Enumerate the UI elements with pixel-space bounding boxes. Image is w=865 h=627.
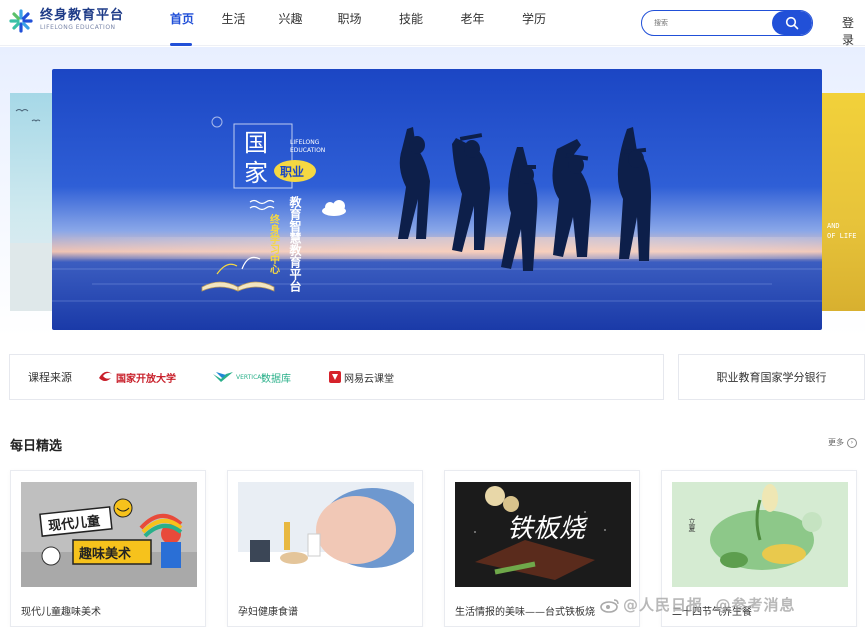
course-thumbnail	[238, 482, 414, 587]
course-title: 孕妇健康食谱	[238, 607, 298, 618]
thumb1-line2: 趣味美术	[78, 546, 131, 562]
search-button[interactable]	[772, 11, 812, 35]
nav-life[interactable]: 生活	[204, 0, 263, 46]
search-box	[641, 10, 813, 36]
nav-interest[interactable]: 兴趣	[263, 0, 318, 46]
thumb3-text: 铁板烧	[507, 514, 588, 544]
main-nav: 首页 生活 兴趣 职场 技能 老年 学历	[158, 0, 564, 46]
carousel-next-slide[interactable]: AND OF LIFE	[822, 93, 865, 311]
course-card[interactable]: 现代儿童 趣味美术 现代儿童趣味美术	[10, 470, 206, 627]
course-title: 生活情报的美味——台式铁板烧	[455, 607, 595, 618]
source-netease-name: 网易云课堂	[344, 373, 394, 385]
course-thumbnail: 立夏	[672, 482, 848, 587]
course-thumbnail: 铁板烧	[455, 482, 631, 587]
top-header: 终身教育平台 LIFELONG EDUCATION 首页 生活 兴趣 职场 技能…	[0, 0, 865, 48]
carousel-prev-slide[interactable]	[10, 93, 52, 311]
sources-label: 课程来源	[28, 371, 72, 384]
banner-title-line1: 国	[244, 129, 268, 157]
banner-title-line2: 家	[244, 159, 268, 187]
course-card[interactable]: 孕妇健康食谱	[227, 470, 423, 627]
banner-en-line2: EDUCATION	[290, 147, 325, 154]
more-link[interactable]: 更多 ›	[828, 437, 857, 448]
source-netease[interactable]: 网易云课堂	[329, 370, 394, 385]
source-database[interactable]: VERTICAL 数据库	[212, 370, 291, 385]
graduates-banner-image: 国 家 职业 LIFELONG EDUCATION 教育智慧教育平台 终身学习中…	[52, 69, 822, 330]
banner-tag: 职业	[280, 164, 304, 179]
thumb4-text: 立夏	[688, 517, 696, 532]
banner-vertical-sub: 终身学习中心	[268, 213, 280, 274]
source-database-name: 数据库	[261, 373, 291, 385]
banner-vertical-main: 教育智慧教育平台	[288, 195, 302, 293]
seagull-icon	[10, 109, 52, 311]
course-thumbnail: 现代儿童 趣味美术	[21, 482, 197, 587]
watermark-text: @人民日报 @参考消息	[623, 596, 796, 614]
login-link[interactable]: 登录	[842, 14, 865, 48]
database-logo-icon	[213, 372, 233, 382]
source-ouchn[interactable]: 国家开放大学	[97, 370, 176, 385]
hero-banner[interactable]: 国 家 职业 LIFELONG EDUCATION 教育智慧教育平台 终身学习中…	[52, 69, 822, 330]
search-input[interactable]	[642, 11, 772, 35]
nav-career[interactable]: 职场	[318, 0, 381, 46]
nav-senior[interactable]: 老年	[441, 0, 504, 46]
chevron-right-icon: ›	[847, 437, 857, 448]
logo-subtitle: LIFELONG EDUCATION	[40, 24, 116, 31]
next-slide-text: AND OF LIFE	[827, 222, 857, 240]
ouchn-logo-icon	[99, 371, 112, 381]
nav-skills[interactable]: 技能	[381, 0, 441, 46]
nav-degree[interactable]: 学历	[504, 0, 564, 46]
course-title: 现代儿童趣味美术	[21, 607, 101, 618]
weibo-watermark: @人民日报 @参考消息	[600, 594, 795, 615]
site-logo[interactable]: 终身教育平台 LIFELONG EDUCATION	[8, 8, 124, 34]
source-database-prefix: VERTICAL	[236, 373, 265, 381]
daily-picks-title: 每日精选	[10, 439, 63, 454]
search-icon	[785, 16, 799, 30]
logo-title: 终身教育平台	[40, 8, 125, 23]
source-ouchn-name: 国家开放大学	[116, 373, 176, 385]
credit-bank-link[interactable]: 职业教育国家学分银行	[678, 354, 865, 400]
course-sources-bar: 课程来源 国家开放大学 VERTICAL 数据库 网易云课堂	[9, 354, 664, 400]
nav-home[interactable]: 首页	[158, 0, 204, 46]
more-label: 更多	[828, 438, 844, 447]
banner-en-line1: LIFELONG	[290, 139, 320, 146]
asterisk-logo-icon	[8, 8, 34, 34]
netease-logo-icon	[329, 371, 341, 383]
weibo-icon	[600, 598, 619, 613]
